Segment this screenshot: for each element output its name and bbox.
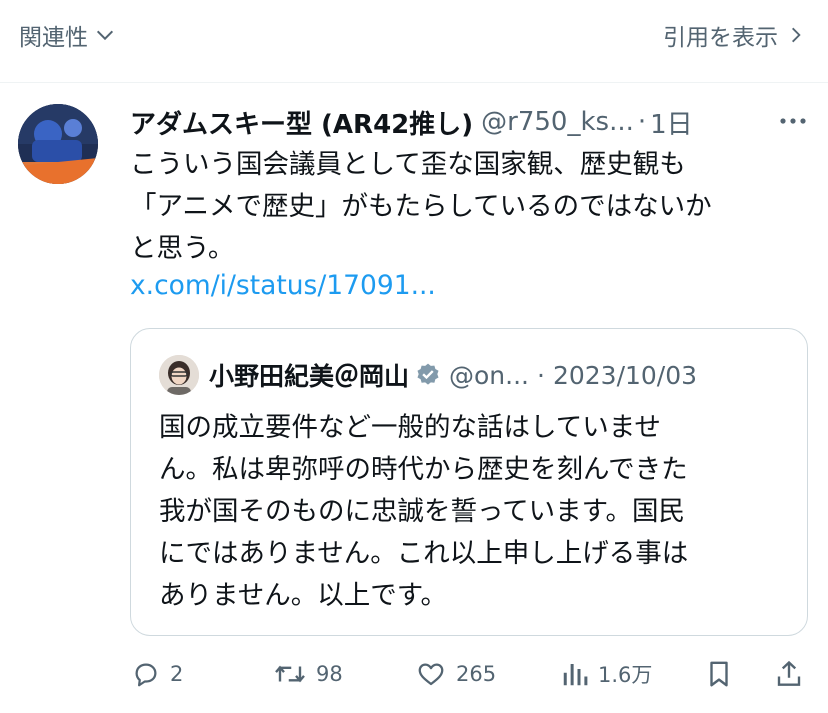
reply-button[interactable]: 2 (130, 659, 183, 689)
like-icon (418, 663, 444, 686)
verified-icon (417, 363, 439, 385)
post-body-line: こういう国会議員として歪な国家観、歴史観も (130, 149, 686, 180)
repost-icon (275, 665, 305, 683)
separator: · (637, 107, 647, 137)
like-count: 265 (456, 662, 497, 686)
post-link[interactable]: x.com/i/status/17091... (130, 270, 436, 301)
quoted-avatar-image (159, 355, 199, 395)
separator: · (537, 360, 545, 390)
author-avatar[interactable] (18, 104, 98, 184)
chevron-down-icon (96, 30, 114, 41)
repost-button[interactable]: 98 (272, 659, 343, 689)
quoted-body-line: ありません。以上です。 (159, 580, 448, 611)
post-body-line: と思う。 (130, 233, 235, 264)
sort-dropdown[interactable]: 関連性 (19, 18, 116, 52)
share-icon (777, 660, 801, 686)
views-icon (563, 664, 588, 686)
post-header: アダムスキー型 (AR42推し) @r750_ks... · 1日 (130, 103, 808, 141)
like-button[interactable]: 265 (414, 659, 496, 689)
views-button[interactable]: 1.6万 (560, 659, 652, 689)
post-body: こういう国会議員として歪な国家観、歴史観も 「アニメで歴史」がもたらしているので… (130, 144, 810, 270)
chevron-right-icon (792, 27, 801, 43)
top-bar: 関連性 引用を表示 (0, 0, 828, 83)
reply-icon (135, 663, 157, 687)
author-handle[interactable]: @r750_ks... (481, 107, 634, 137)
quoted-body-line: 国の成立要件など一般的な話はしていませ (159, 412, 661, 443)
post-time[interactable]: 1日 (650, 104, 693, 141)
bookmark-icon (710, 661, 728, 687)
bookmark-button[interactable] (704, 658, 734, 690)
quoted-post-header: 小野田紀美＠岡山 @on... · 2023/10/03 (159, 355, 789, 395)
quoted-body-line: にではありません。これ以上申し上げる事は (159, 538, 689, 569)
share-button[interactable] (774, 658, 804, 690)
view-quotes-link[interactable]: 引用を表示 (663, 18, 806, 52)
sort-label: 関連性 (19, 25, 88, 51)
view-quotes-label: 引用を表示 (663, 25, 778, 51)
quoted-author-handle: @on... (449, 360, 529, 390)
quoted-body-line: 我が国そのものに忠誠を誓っています。国民 (159, 496, 686, 527)
quoted-author-name: 小野田紀美＠岡山 (209, 362, 410, 391)
action-bar: 2 98 265 1.6万 (130, 652, 810, 696)
reply-count: 2 (170, 662, 184, 686)
quoted-body-line: ん。私は卑弥呼の時代から歴史を刻んできた (159, 454, 688, 485)
post-body-line: 「アニメで歴史」がもたらしているのではないか (130, 191, 712, 222)
author-name[interactable]: アダムスキー型 (AR42推し) (130, 104, 473, 141)
quoted-post-date: 2023/10/03 (552, 360, 698, 390)
views-count: 1.6万 (598, 663, 653, 687)
quoted-post-body: 国の成立要件など一般的な話はしていませ ん。私は卑弥呼の時代から歴史を刻んできた… (159, 407, 779, 617)
more-icon[interactable] (778, 109, 808, 133)
quoted-post[interactable]: 小野田紀美＠岡山 @on... · 2023/10/03 国の成立要件など一般的… (130, 328, 808, 636)
avatar-image (18, 104, 98, 184)
repost-count: 98 (316, 662, 343, 686)
quoted-author-avatar (159, 355, 199, 395)
